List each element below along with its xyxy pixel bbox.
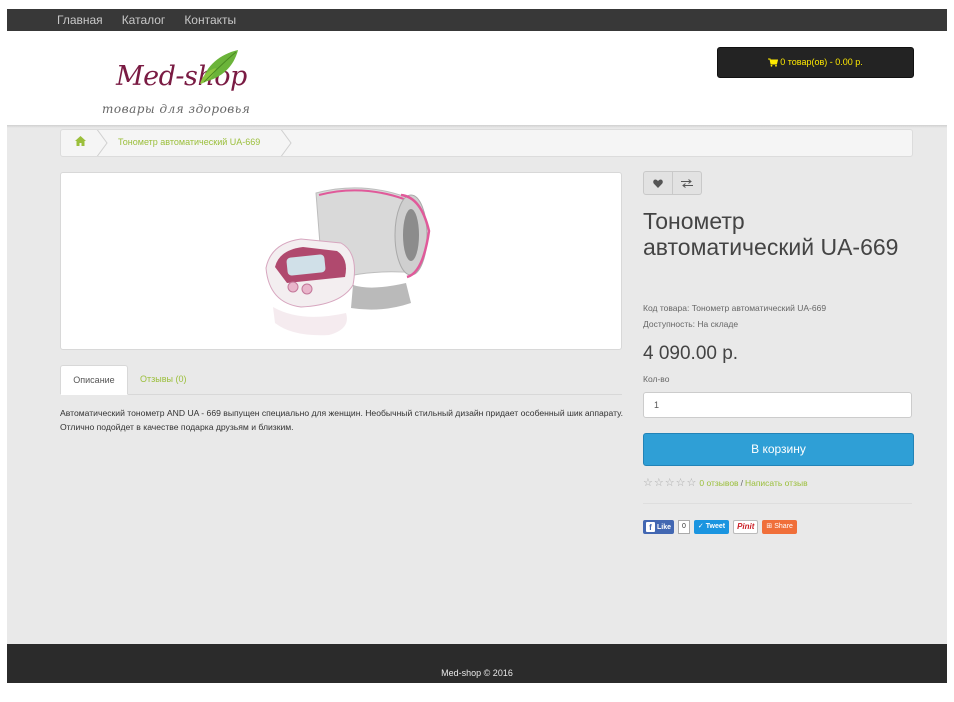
product-image[interactable] [60, 172, 622, 350]
tweet-button[interactable]: ✓ Tweet [693, 520, 730, 534]
breadcrumb: Тонометр автоматический UA-669 [60, 129, 913, 157]
wishlist-button[interactable] [643, 171, 673, 195]
leaf-icon [200, 50, 238, 84]
main-content: Тонометр автоматический UA-669 Описание [7, 125, 947, 644]
wishlist-compare-group [643, 171, 702, 195]
tab-description[interactable]: Описание [60, 365, 128, 395]
star-icon: ☆ [643, 477, 654, 489]
site-footer: Med-shop © 2016 [7, 644, 947, 683]
facebook-like-count: 0 [678, 520, 690, 534]
star-icon: ☆ [675, 477, 687, 489]
quantity-label: Кол-во [643, 374, 670, 384]
star-icon: ☆ [653, 477, 665, 489]
quantity-input[interactable] [643, 392, 912, 418]
facebook-icon: f [646, 522, 655, 532]
product-description: Автоматический тонометр AND UA - 669 вып… [60, 408, 623, 432]
share-label: Share [774, 523, 793, 530]
share-buttons: f Like 0 ✓ Tweet Pinit ⊞ Share [643, 520, 797, 534]
home-icon[interactable] [75, 136, 86, 146]
reviews-link[interactable]: 0 отзывов [699, 478, 738, 488]
pinterest-button[interactable]: Pinit [733, 520, 759, 534]
logo-subtitle: товары для здоровья [102, 102, 251, 116]
product-price: 4 090.00 р. [643, 343, 739, 364]
tab-reviews[interactable]: Отзывы (0) [140, 365, 186, 393]
product-title: Тонометр автоматический UA-669 [643, 208, 899, 260]
breadcrumb-separator [96, 130, 108, 156]
availability-label: Доступность: [643, 319, 696, 329]
rating-separator: / [740, 477, 743, 488]
logo[interactable]: Med-shop товары для здоровья [102, 50, 272, 121]
star-icon: ☆ [664, 477, 676, 489]
product-meta: Код товара: Тонометр автоматический UA-6… [643, 300, 826, 332]
add-to-cart-button[interactable]: В корзину [643, 433, 914, 466]
divider [643, 503, 912, 504]
cart-button[interactable]: 0 товар(ов) - 0.00 р. [717, 47, 914, 78]
product-code-value: Тонометр автоматический UA-669 [691, 303, 827, 313]
rating-row: ☆☆☆☆☆ 0 отзывов / Написать отзыв [643, 476, 808, 489]
share-plus-icon: ⊞ [766, 523, 773, 530]
compare-arrows-icon [681, 178, 693, 188]
nav-item-catalog[interactable]: Каталог [122, 12, 166, 28]
nav-item-home[interactable]: Главная [57, 12, 103, 28]
tweet-label: Tweet [705, 523, 726, 530]
content-top-shadow [7, 125, 947, 128]
breadcrumb-separator [280, 130, 292, 156]
facebook-like-button[interactable]: f Like [643, 520, 675, 534]
top-nav-bar: Главная Каталог Контакты [7, 9, 947, 31]
rating-stars: ☆☆☆☆☆ [643, 476, 697, 489]
compare-button[interactable] [673, 171, 702, 195]
breadcrumb-current[interactable]: Тонометр автоматический UA-669 [118, 137, 260, 147]
cart-label: 0 товар(ов) - 0.00 р. [780, 57, 863, 67]
product-availability: Доступность: На складе [643, 316, 826, 332]
site-header: Med-shop товары для здоровья 0 товар(ов)… [7, 31, 947, 125]
product-code-label: Код товара: [643, 303, 690, 313]
product-code: Код товара: Тонометр автоматический UA-6… [643, 300, 826, 316]
twitter-icon: ✓ [697, 523, 704, 530]
share-button[interactable]: ⊞ Share [762, 520, 797, 534]
nav-item-contacts[interactable]: Контакты [184, 12, 236, 28]
availability-value: На складе [697, 319, 739, 329]
write-review-link[interactable]: Написать отзыв [745, 478, 808, 488]
top-nav: Главная Каталог Контакты [57, 12, 236, 28]
cart-icon [768, 58, 779, 67]
heart-icon [653, 179, 663, 188]
blood-pressure-monitor-image [265, 187, 431, 336]
star-icon: ☆ [686, 477, 698, 489]
facebook-like-label: Like [657, 523, 672, 531]
product-tabs: Описание Отзывы (0) [60, 365, 622, 395]
footer-copyright: Med-shop © 2016 [441, 668, 513, 678]
